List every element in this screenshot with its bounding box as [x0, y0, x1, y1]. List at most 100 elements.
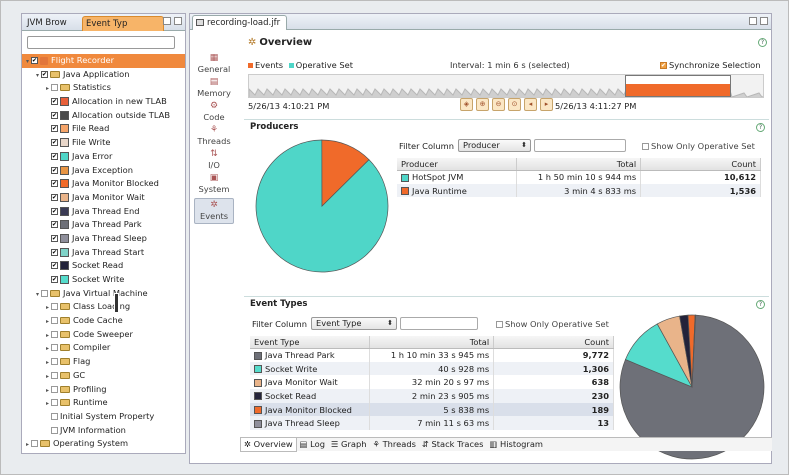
tree-item-flag[interactable]: ▸ Flag: [22, 355, 185, 369]
producers-filter-select[interactable]: Producer ⬍: [458, 139, 531, 152]
collapse-arrow-icon[interactable]: ▸: [24, 438, 31, 452]
tree-checkbox[interactable]: [51, 303, 58, 311]
tree-checkbox[interactable]: [51, 330, 58, 338]
tree-checkbox[interactable]: ✔: [51, 166, 58, 174]
col-total[interactable]: Total: [369, 336, 495, 349]
tree-checkbox[interactable]: ✔: [51, 276, 58, 283]
expand-arrow-icon[interactable]: ▾: [34, 288, 41, 302]
event-types-show-operative-checkbox[interactable]: Show Only Operative Set: [496, 319, 609, 329]
tree-item-initial-system-property[interactable]: Initial System Property: [22, 410, 185, 424]
bottom-tab-histogram[interactable]: ▥ Histogram: [486, 438, 546, 451]
collapse-arrow-icon[interactable]: ▸: [44, 397, 51, 411]
nav-memory[interactable]: ▤ Memory: [194, 78, 234, 99]
col-count[interactable]: Count: [640, 158, 761, 171]
collapse-arrow-icon[interactable]: ▸: [44, 301, 51, 315]
table-row[interactable]: Java Monitor Blocked 5 s 838 ms 189: [250, 402, 614, 417]
tree-item-gc[interactable]: ▸ GC: [22, 369, 185, 383]
expand-arrow-icon[interactable]: ▾: [34, 69, 41, 83]
col-producer[interactable]: Producer: [397, 158, 518, 171]
nav-code[interactable]: ⚙ Code: [194, 102, 234, 123]
table-row[interactable]: Socket Write 40 s 928 ms 1,306: [250, 361, 614, 376]
tree-item-runtime[interactable]: ▸ Runtime: [22, 396, 185, 410]
tree-checkbox[interactable]: [51, 344, 58, 352]
editor-maximize-icon[interactable]: [760, 17, 768, 25]
zoom-in-icon[interactable]: ⊕: [476, 98, 489, 111]
event-types-filter-select[interactable]: Event Type ⬍: [311, 317, 397, 330]
tree-checkbox[interactable]: ✔: [51, 193, 58, 201]
table-row[interactable]: HotSpot JVM 1 h 50 min 10 s 944 ms 10,612: [397, 170, 761, 184]
tree-item-java-thread-start[interactable]: ✔ Java Thread Start: [22, 246, 185, 260]
tree-item-code-sweeper[interactable]: ▸ Code Sweeper: [22, 328, 185, 342]
tree-item-flight-recorder[interactable]: ▾ ✔ Flight Recorder: [22, 54, 185, 68]
tree-item-statistics[interactable]: ▸ Statistics: [22, 81, 185, 95]
tree-checkbox[interactable]: ✔: [51, 262, 58, 270]
pan-right-icon[interactable]: ▸: [540, 98, 553, 111]
tree-item-java-monitor-blocked[interactable]: ✔ Java Monitor Blocked: [22, 177, 185, 191]
tree-item-class-loading[interactable]: ▸ Class Loading: [22, 300, 185, 314]
col-count[interactable]: Count: [493, 336, 614, 349]
tree-checkbox[interactable]: [51, 385, 58, 393]
bottom-tab-log[interactable]: ▤ Log: [297, 438, 328, 451]
tree-item-java-thread-end[interactable]: ✔ Java Thread End: [22, 205, 185, 219]
tree-item-java-monitor-wait[interactable]: ✔ Java Monitor Wait: [22, 191, 185, 205]
tree-checkbox[interactable]: ✔: [51, 139, 58, 147]
table-row[interactable]: Java Thread Park 1 h 10 min 33 s 945 ms 9,…: [250, 348, 614, 362]
tree-checkbox[interactable]: [31, 440, 38, 448]
zoom-all-icon[interactable]: ◈: [460, 98, 473, 111]
tree-item-java-error[interactable]: ✔ Java Error: [22, 150, 185, 164]
help-icon[interactable]: ?: [758, 38, 767, 47]
producers-help-icon[interactable]: ?: [756, 123, 765, 132]
col-event-type[interactable]: Event Type: [250, 336, 371, 349]
collapse-arrow-icon[interactable]: ▸: [44, 329, 51, 343]
zoom-out-icon[interactable]: ⊖: [492, 98, 505, 111]
nav-system[interactable]: ▣ System: [194, 174, 234, 195]
bottom-tab-threads[interactable]: ⚘ Threads: [370, 438, 419, 451]
tree-item-profiling[interactable]: ▸ Profiling: [22, 383, 185, 397]
timeline-selection-window[interactable]: [625, 75, 731, 97]
expand-arrow-icon[interactable]: ▾: [24, 55, 31, 69]
maximize-icon[interactable]: [174, 17, 182, 25]
bottom-tab-stack-traces[interactable]: ⇵ Stack Traces: [419, 438, 487, 451]
producers-filter-input[interactable]: [534, 139, 626, 152]
tree-checkbox[interactable]: [51, 84, 58, 92]
tree-checkbox[interactable]: ✔: [41, 70, 48, 78]
tree-checkbox[interactable]: ✔: [31, 57, 38, 64]
tree-checkbox[interactable]: [51, 426, 58, 434]
tree-item-java-thread-sleep[interactable]: ✔ Java Thread Sleep: [22, 232, 185, 246]
zoom-selection-icon[interactable]: ⊙: [508, 98, 521, 111]
collapse-arrow-icon[interactable]: ▸: [44, 370, 51, 384]
collapse-arrow-icon[interactable]: ▸: [44, 384, 51, 398]
table-row[interactable]: Java Runtime 3 min 4 s 833 ms 1,536: [397, 183, 761, 198]
tab-event-types[interactable]: Event Typ: [82, 16, 164, 31]
bottom-tab-overview[interactable]: ✲ Overview: [240, 438, 297, 452]
tree-item-allocation-in-new-tlab[interactable]: ✔ Allocation in new TLAB: [22, 95, 185, 109]
collapse-arrow-icon[interactable]: ▸: [44, 356, 51, 370]
nav-i-o[interactable]: ⇅ I/O: [194, 150, 234, 171]
collapse-arrow-icon[interactable]: ▸: [44, 315, 51, 329]
tree-checkbox[interactable]: [51, 399, 58, 407]
tree-item-operating-system[interactable]: ▸ Operating System: [22, 437, 185, 451]
nav-events[interactable]: ✲ Events: [194, 198, 234, 224]
tree-checkbox[interactable]: [51, 412, 58, 420]
nav-threads[interactable]: ⚘ Threads: [194, 126, 234, 147]
tree-item-code-cache[interactable]: ▸ Code Cache: [22, 314, 185, 328]
table-row[interactable]: Java Monitor Wait 32 min 20 s 97 ms 638: [250, 375, 614, 390]
producers-show-operative-checkbox[interactable]: Show Only Operative Set: [642, 141, 755, 151]
table-row[interactable]: Socket Read 2 min 23 s 905 ms 230: [250, 389, 614, 403]
tree-checkbox[interactable]: [51, 358, 58, 366]
tree-item-compiler[interactable]: ▸ Compiler: [22, 341, 185, 355]
col-total[interactable]: Total: [516, 158, 642, 171]
tree-checkbox[interactable]: ✔: [51, 248, 58, 256]
tree-item-socket-write[interactable]: ✔ Socket Write: [22, 273, 185, 287]
collapse-arrow-icon[interactable]: ▸: [44, 342, 51, 356]
tree-item-allocation-outside-tlab[interactable]: ✔ Allocation outside TLAB: [22, 109, 185, 123]
tree-checkbox[interactable]: [41, 289, 48, 297]
editor-minimize-icon[interactable]: [749, 17, 757, 25]
tab-jvm-browser[interactable]: JVM Brow: [24, 16, 81, 31]
tree-checkbox[interactable]: ✔: [51, 125, 58, 133]
tree-item-socket-read[interactable]: ✔ Socket Read: [22, 259, 185, 273]
tree-checkbox[interactable]: ✔: [51, 111, 58, 119]
tree-checkbox[interactable]: [51, 317, 58, 325]
tree-item-file-read[interactable]: ✔ File Read: [22, 122, 185, 136]
collapse-arrow-icon[interactable]: ▸: [44, 82, 51, 96]
